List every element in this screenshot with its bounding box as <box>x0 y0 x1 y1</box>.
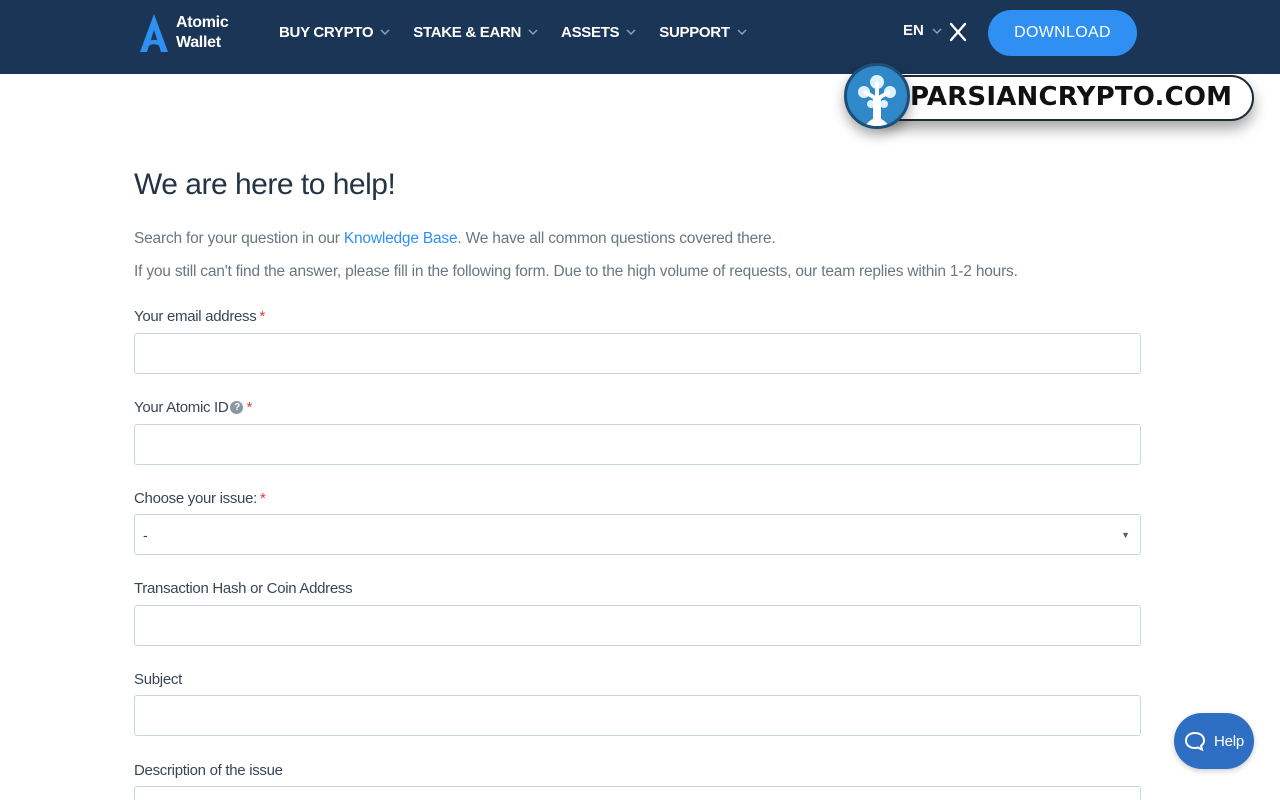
issue-select[interactable]: - ▼ <box>134 514 1141 555</box>
nav-stake-earn-label: STAKE & EARN <box>413 23 522 41</box>
watermark-text: PARSIANCRYPTO.COM <box>910 82 1233 112</box>
atomic-id-label-text: Your Atomic ID <box>134 399 229 416</box>
page-title: We are here to help! <box>134 168 396 201</box>
subject-field[interactable] <box>134 695 1141 736</box>
main-nav: BUY CRYPTO STAKE & EARN ASSETS SUPPORT <box>279 0 770 64</box>
tx-hash-label-text: Transaction Hash or Coin Address <box>134 580 353 597</box>
chevron-down-icon <box>932 28 942 34</box>
tx-hash-label: Transaction Hash or Coin Address <box>134 580 353 597</box>
required-marker: * <box>259 308 265 325</box>
tree-logo-icon <box>844 63 910 129</box>
atomic-id-field[interactable] <box>134 424 1141 465</box>
nav-support-label: SUPPORT <box>659 23 730 41</box>
intro-line-1: Search for your question in our Knowledg… <box>134 230 776 248</box>
atomic-id-label: Your Atomic ID ? * <box>134 399 252 416</box>
chevron-down-icon <box>528 29 538 35</box>
question-mark-icon[interactable]: ? <box>230 401 244 414</box>
nav-stake-earn[interactable]: STAKE & EARN <box>413 24 538 41</box>
language-label: EN <box>903 22 924 39</box>
nav-buy-crypto[interactable]: BUY CRYPTO <box>279 24 390 41</box>
atomic-logo-icon <box>140 14 168 52</box>
chevron-down-icon <box>737 29 747 35</box>
subject-label-text: Subject <box>134 671 182 688</box>
language-selector[interactable]: EN <box>903 22 942 39</box>
issue-selected-value: - <box>143 526 148 543</box>
nav-assets[interactable]: ASSETS <box>561 24 636 41</box>
email-field[interactable] <box>134 333 1141 374</box>
x-icon[interactable] <box>949 22 967 42</box>
intro-line-2: If you still can't find the answer, plea… <box>134 263 1018 280</box>
email-label: Your email address * <box>134 308 265 325</box>
intro-prefix: Search for your question in our <box>134 230 344 247</box>
email-label-text: Your email address <box>134 308 257 325</box>
chevron-down-icon <box>626 29 636 35</box>
issue-label-text: Choose your issue: <box>134 490 258 507</box>
required-marker: * <box>246 399 253 416</box>
description-label: Description of the issue <box>134 762 283 779</box>
caret-down-icon: ▼ <box>1121 529 1130 540</box>
download-button[interactable]: DOWNLOAD <box>988 10 1137 56</box>
chat-bubble-icon <box>1184 731 1205 751</box>
nav-support[interactable]: SUPPORT <box>659 23 747 41</box>
tx-hash-field[interactable] <box>134 605 1141 646</box>
knowledge-base-link[interactable]: Knowledge Base <box>344 230 458 247</box>
logo-line-2: Wallet <box>176 34 221 51</box>
intro-suffix: . We have all common questions covered t… <box>457 230 776 247</box>
logo-line-1: Atomic <box>176 14 229 31</box>
issue-label: Choose your issue: * <box>134 490 266 507</box>
help-widget-button[interactable]: Help <box>1174 713 1254 769</box>
description-textarea[interactable] <box>134 786 1141 800</box>
subject-label: Subject <box>134 671 182 688</box>
parsiancrypto-watermark: PARSIANCRYPTO.COM <box>838 61 1258 131</box>
nav-assets-label: ASSETS <box>561 23 620 41</box>
help-label: Help <box>1213 732 1245 750</box>
atomic-wallet-logo[interactable]: Atomic Wallet <box>137 12 229 54</box>
required-marker: * <box>260 490 266 507</box>
nav-buy-crypto-label: BUY CRYPTO <box>279 23 374 41</box>
description-label-text: Description of the issue <box>134 762 283 779</box>
chevron-down-icon <box>380 29 390 35</box>
logo-wordmark: Atomic Wallet <box>176 13 229 53</box>
